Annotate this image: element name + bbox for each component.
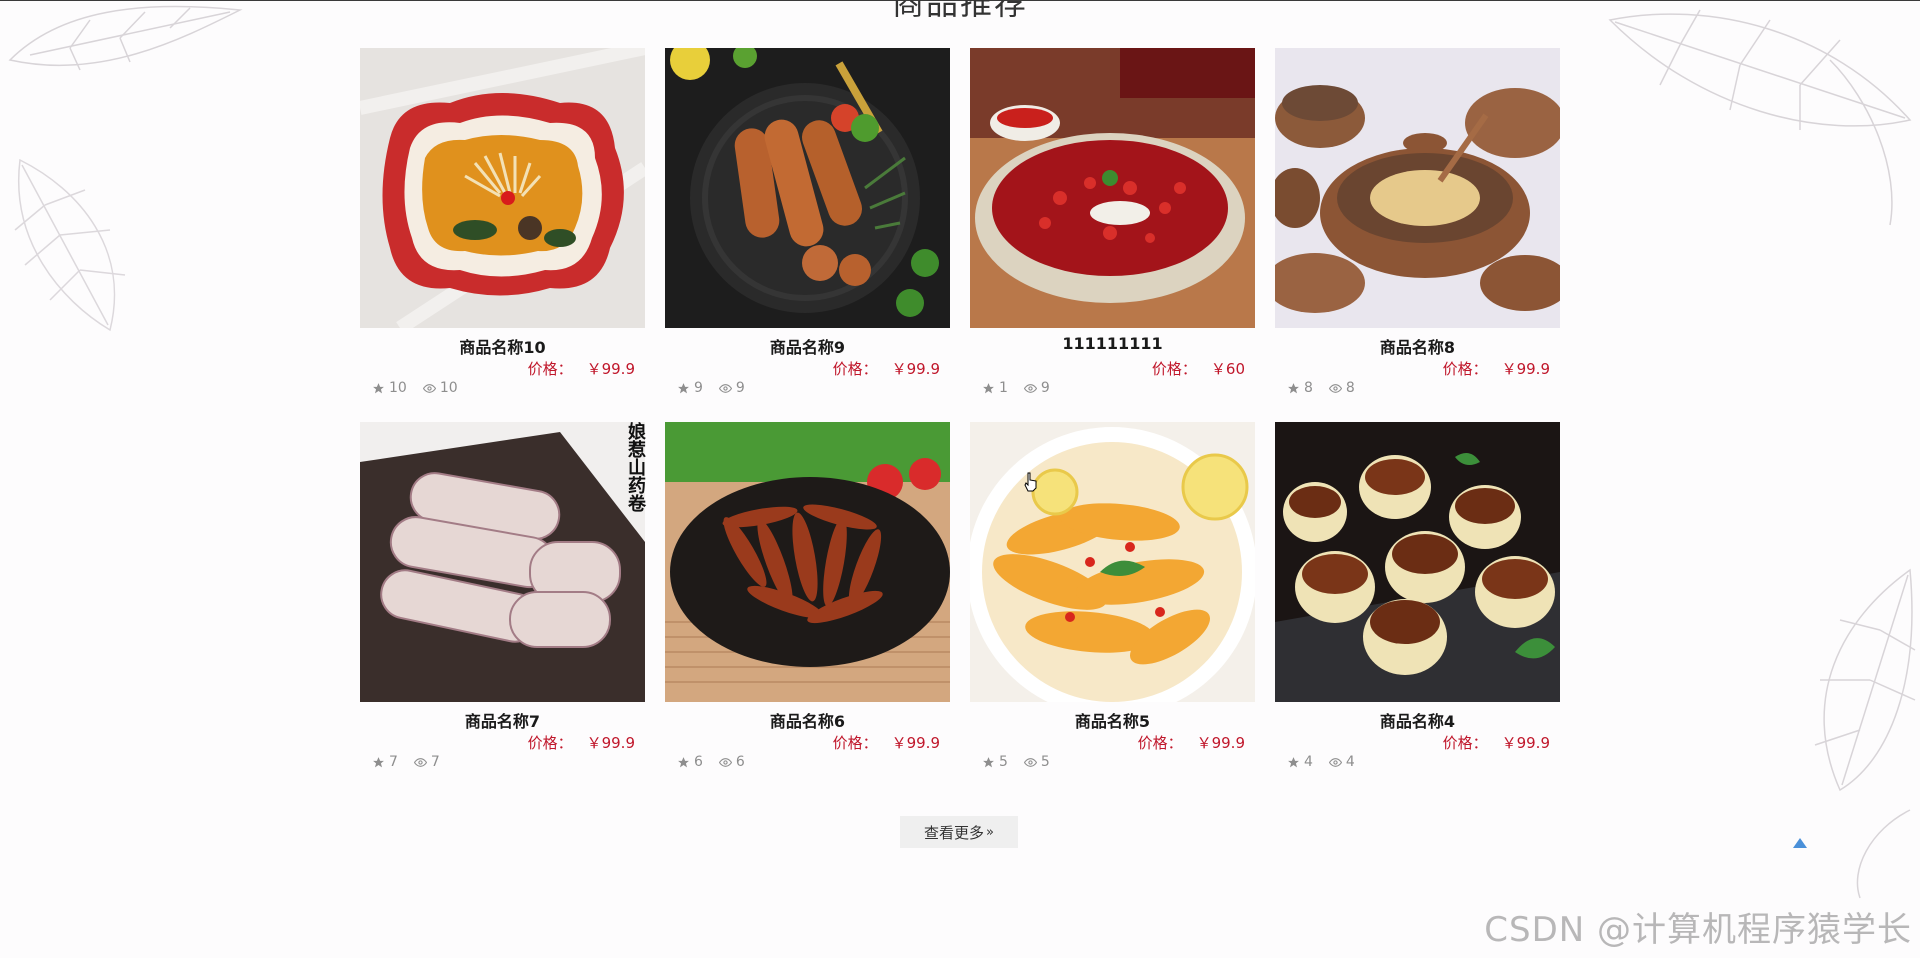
product-name[interactable]: 商品名称8 — [1275, 334, 1560, 358]
view-count: 9 — [735, 380, 745, 396]
star-icon — [372, 756, 385, 769]
product-name[interactable]: 商品名称4 — [1275, 708, 1560, 732]
product-name[interactable]: 商品名称7 — [360, 708, 645, 732]
leaf-decoration-left — [0, 150, 140, 340]
watermark: CSDN @计算机程序猿学长 — [1484, 910, 1912, 950]
product-name[interactable]: 商品名称10 — [360, 334, 645, 358]
eye-icon — [718, 382, 732, 395]
view-count: 7 — [430, 754, 440, 770]
star-icon — [677, 756, 690, 769]
eye-icon — [1023, 756, 1037, 769]
eye-icon — [1328, 382, 1342, 395]
product-stats: 4 4 — [1287, 754, 1355, 770]
product-name[interactable]: 商品名称6 — [665, 708, 950, 732]
product-card[interactable]: 111111111 价格： ￥60 1 9 — [970, 48, 1255, 398]
like-count: 6 — [694, 754, 703, 770]
like-count: 10 — [389, 380, 407, 396]
product-stats: 8 8 — [1287, 380, 1355, 396]
product-price: 价格： ￥99.9 — [527, 734, 635, 752]
product-stats: 6 6 — [677, 754, 745, 770]
product-price: 价格： ￥99.9 — [1442, 360, 1550, 378]
product-stats: 5 5 — [982, 754, 1050, 770]
like-count: 9 — [694, 380, 703, 396]
leaf-decoration-top-right — [1590, 0, 1920, 230]
eye-icon — [413, 756, 427, 769]
image-caption: 娘惹山药卷 — [625, 422, 646, 512]
leaf-decoration-bottom-right — [1780, 560, 1920, 900]
view-count: 5 — [1040, 754, 1050, 770]
lemon-chicken-feet-icon[interactable] — [970, 422, 1255, 702]
clay-pot-chicken-icon[interactable] — [1275, 48, 1560, 328]
eye-icon — [1023, 382, 1037, 395]
spicy-fish-strips-icon[interactable] — [665, 422, 950, 702]
product-stats: 10 10 — [372, 380, 458, 396]
view-count: 8 — [1345, 380, 1355, 396]
product-price: 价格： ￥99.9 — [1137, 734, 1245, 752]
product-stats: 9 9 — [677, 380, 745, 396]
section-title: 商品推荐 — [891, 0, 1028, 22]
star-icon — [982, 382, 995, 395]
product-card[interactable]: 商品名称5 价格： ￥99.9 5 5 — [970, 422, 1255, 772]
product-stats: 1 9 — [982, 380, 1050, 396]
product-card[interactable]: 娘惹山药卷 商品名称7 价格： ￥99.9 7 7 — [360, 422, 646, 772]
product-price: 价格： ￥99.9 — [1442, 734, 1550, 752]
triangle-up-icon — [1793, 838, 1807, 848]
like-count: 4 — [1304, 754, 1313, 770]
tart-cups-icon[interactable] — [1275, 422, 1560, 702]
product-card[interactable]: 商品名称8 价格： ￥99.9 8 8 — [1275, 48, 1560, 398]
like-count: 1 — [999, 380, 1008, 396]
eye-icon — [718, 756, 732, 769]
star-icon — [1287, 382, 1300, 395]
sausage-plate-icon[interactable] — [665, 48, 950, 328]
star-icon — [677, 382, 690, 395]
star-icon — [982, 756, 995, 769]
eye-icon — [1328, 756, 1342, 769]
product-card[interactable]: 商品名称4 价格： ￥99.9 4 4 — [1275, 422, 1560, 772]
product-name[interactable]: 商品名称9 — [665, 334, 950, 358]
product-card[interactable]: 商品名称6 价格： ￥99.9 6 6 — [665, 422, 950, 772]
star-icon — [372, 382, 385, 395]
view-more-label: 查看更多 — [924, 823, 985, 842]
like-count: 7 — [389, 754, 398, 770]
star-icon — [1287, 756, 1300, 769]
hand-cursor-icon — [1024, 472, 1038, 492]
product-price: 价格： ￥60 — [1151, 360, 1245, 378]
product-name[interactable]: 商品名称5 — [970, 708, 1255, 732]
spicy-fish-pot-icon[interactable] — [970, 48, 1255, 328]
yam-rolls-icon[interactable] — [360, 422, 645, 702]
product-card[interactable]: 商品名称10 价格： ￥99.9 10 10 — [360, 48, 645, 398]
product-price: 价格： ￥99.9 — [832, 734, 940, 752]
view-count: 9 — [1040, 380, 1050, 396]
like-count: 5 — [999, 754, 1008, 770]
back-to-top-button[interactable] — [1793, 833, 1807, 848]
product-price: 价格： ￥99.9 — [527, 360, 635, 378]
view-count: 4 — [1345, 754, 1355, 770]
product-name[interactable]: 111111111 — [970, 334, 1255, 353]
view-count: 6 — [735, 754, 745, 770]
like-count: 8 — [1304, 380, 1313, 396]
product-stats: 7 7 — [372, 754, 440, 770]
product-price: 价格： ￥99.9 — [832, 360, 940, 378]
view-more-button[interactable]: 查看更多 » — [900, 816, 1018, 848]
product-card[interactable]: 商品名称9 价格： ￥99.9 9 9 — [665, 48, 950, 398]
hotpot-enoki-icon[interactable] — [360, 48, 645, 328]
double-chevron-right-icon: » — [986, 824, 994, 840]
view-count: 10 — [439, 380, 458, 396]
eye-icon — [422, 382, 436, 395]
